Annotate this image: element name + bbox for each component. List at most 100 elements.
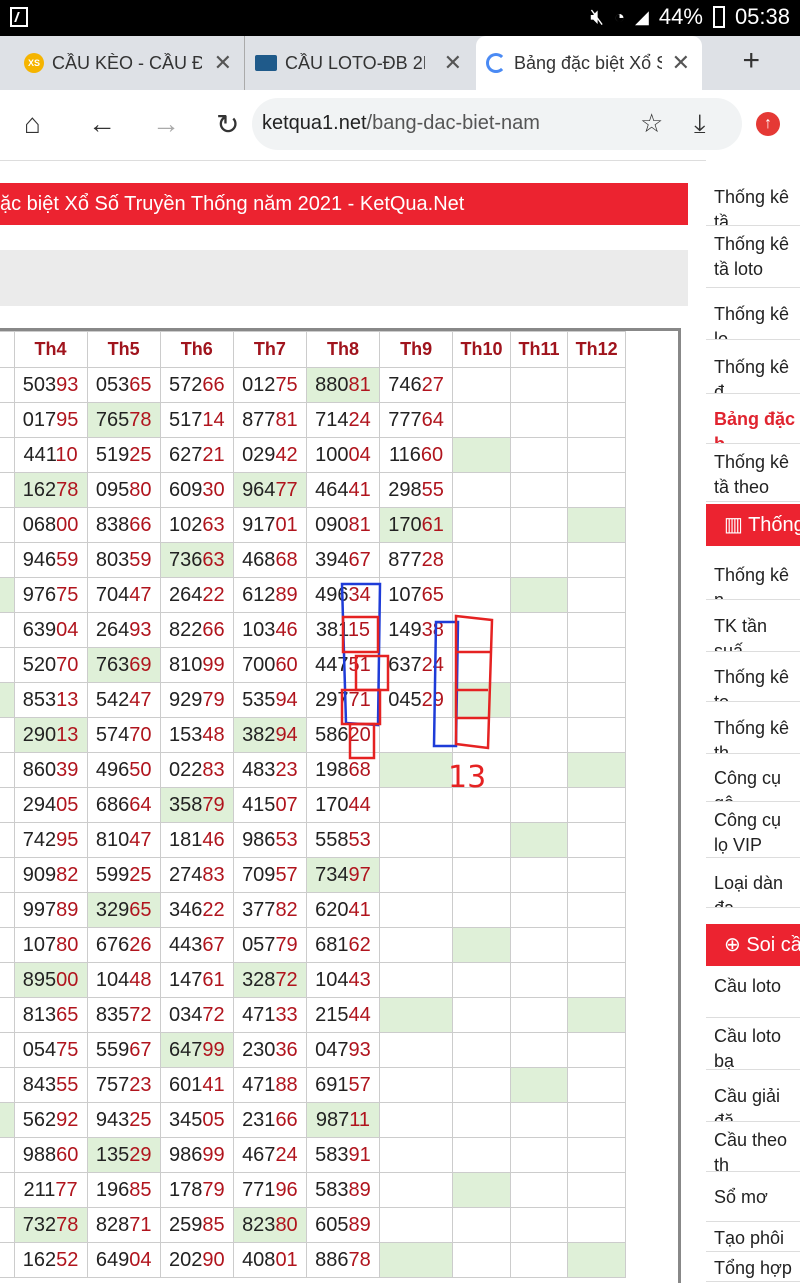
- table-cell: [379, 752, 454, 788]
- tab-1[interactable]: XS CẦU KÈO - CẦU ĐẶ ✕: [14, 36, 244, 90]
- column-header-th4: Th4: [13, 331, 88, 368]
- table-cell: 10780: [13, 927, 88, 963]
- table-cell: 76369: [86, 647, 161, 683]
- sidebar-item[interactable]: Thống kê tầ: [706, 168, 800, 226]
- table-cell: [452, 472, 511, 508]
- close-icon[interactable]: ✕: [214, 50, 232, 76]
- sidebar-item[interactable]: Thống kê n: [706, 550, 800, 600]
- sidebar-item[interactable]: Cầu theo th: [706, 1122, 800, 1172]
- xs-favicon-icon: XS: [24, 53, 44, 73]
- table-cell: 17044: [305, 787, 381, 823]
- reload-icon[interactable]: ↻: [216, 108, 239, 141]
- sidebar-item[interactable]: Thống kê to: [706, 652, 800, 702]
- table-cell: 98653: [232, 822, 307, 858]
- sidebar-item[interactable]: Cầu loto: [706, 968, 800, 1018]
- table-cell: [379, 962, 454, 998]
- table-cell: 41507: [232, 787, 307, 823]
- column-header-th7: Th7: [232, 331, 307, 368]
- home-icon[interactable]: ⌂: [24, 108, 41, 140]
- sidebar-item[interactable]: Thống kê th: [706, 702, 800, 754]
- table-cell: [509, 1137, 569, 1173]
- table-cell: [567, 612, 626, 648]
- back-icon[interactable]: ←: [88, 108, 116, 140]
- sidebar-item[interactable]: Thống kê tầ loto: [706, 226, 800, 288]
- extension-icon[interactable]: ↑: [756, 112, 780, 136]
- table-cell: 32965: [86, 892, 161, 928]
- table-cell: 10346: [232, 612, 307, 648]
- table-cell: 21544: [305, 997, 381, 1033]
- table-cell: 92: [0, 507, 15, 543]
- table-cell: 52: [0, 1242, 15, 1278]
- table-row: 521625264904202904080188678: [0, 1242, 626, 1278]
- close-icon[interactable]: ✕: [672, 50, 690, 76]
- table-cell: 19685: [86, 1172, 161, 1208]
- sidebar-item[interactable]: Tổng hợp c: [706, 1252, 800, 1282]
- sidebar-item[interactable]: TK tần suấ: [706, 600, 800, 652]
- table-cell: 29013: [13, 717, 88, 753]
- table-cell: [567, 507, 626, 543]
- table-cell: [567, 1137, 626, 1173]
- table-cell: [452, 1032, 511, 1068]
- table-cell: 37: [0, 822, 15, 858]
- sidebar-item[interactable]: Thống kê tầ theo Đặc B: [706, 444, 800, 502]
- table-cell: 38294: [232, 717, 307, 753]
- table-cell: [509, 507, 569, 543]
- sidebar-item[interactable]: Loại dàn đa: [706, 858, 800, 908]
- table-cell: 38115: [305, 612, 381, 648]
- sidebar-item[interactable]: Thống kê lo: [706, 288, 800, 340]
- sidebar-item[interactable]: Tạo phôi cầ: [706, 1222, 800, 1252]
- table-cell: 17879: [159, 1172, 234, 1208]
- url-text[interactable]: ketqua1.net/bang-dac-biet-nam: [262, 112, 540, 135]
- table-cell: [509, 612, 569, 648]
- table-cell: 55853: [305, 822, 381, 858]
- table-cell: 98711: [305, 1102, 381, 1138]
- clock: 05:38: [734, 4, 790, 29]
- table-cell: [567, 542, 626, 578]
- table-cell: 09580: [86, 472, 161, 508]
- table-cell: [567, 997, 626, 1033]
- table-cell: [379, 892, 454, 928]
- table-cell: 85313: [13, 682, 88, 718]
- sidebar-item[interactable]: Công cụ gộ: [706, 754, 800, 802]
- table-cell: 82266: [159, 612, 234, 648]
- table-cell: 34622: [159, 892, 234, 928]
- close-icon[interactable]: ✕: [444, 50, 462, 76]
- table-cell: [452, 1067, 511, 1103]
- tab-2[interactable]: CẦU LOTO-ĐB 2D ✕: [244, 36, 474, 90]
- table-cell: 47188: [232, 1067, 307, 1103]
- table-cell: [509, 1242, 569, 1278]
- table-cell: 83866: [86, 507, 161, 543]
- table-cell: 49650: [86, 752, 161, 788]
- table-cell: 38: [0, 1032, 15, 1068]
- tab-title: CẦU KÈO - CẦU ĐẶ: [52, 52, 202, 73]
- sidebar-item[interactable]: Cầu giải đặ: [706, 1070, 800, 1122]
- sidebar-item[interactable]: Thống kê đ: [706, 340, 800, 394]
- table-cell: [452, 927, 511, 963]
- table-cell: 76578: [86, 402, 161, 438]
- tab-3[interactable]: Bảng đặc biệt Xổ S ✕: [476, 36, 702, 90]
- table-cell: 69157: [305, 1067, 381, 1103]
- table-cell: [452, 822, 511, 858]
- table-cell: 89500: [13, 962, 88, 998]
- sidebar-item[interactable]: Cầu loto bạ: [706, 1018, 800, 1070]
- download-icon[interactable]: ⤓: [694, 108, 706, 140]
- table-cell: 47133: [232, 997, 307, 1033]
- table-cell: 05365: [86, 367, 161, 403]
- sidebar-item[interactable]: Công cụ lọ VIP: [706, 802, 800, 858]
- table-cell: 14938: [379, 612, 454, 648]
- table-cell: 83572: [86, 997, 161, 1033]
- table-row: 77503930536557266012758808174627: [0, 367, 626, 403]
- table-row: 92068008386610263917010908117061: [0, 507, 626, 543]
- address-bar[interactable]: ketqua1.net/bang-dac-biet-nam ☆ ⤓: [252, 98, 742, 150]
- table-cell: [452, 892, 511, 928]
- table-cell: [509, 997, 569, 1033]
- sidebar-item[interactable]: Bảng đặc b: [706, 394, 800, 444]
- star-icon[interactable]: ☆: [640, 108, 663, 139]
- table-cell: [509, 542, 569, 578]
- new-tab-icon[interactable]: +: [742, 44, 760, 78]
- sidebar-item[interactable]: Sổ mơ: [706, 1172, 800, 1222]
- table-row: 248136583572034724713321544: [0, 997, 626, 1033]
- battery-level: 44%: [658, 4, 703, 29]
- table-cell: 87728: [379, 542, 454, 578]
- forward-icon[interactable]: →: [152, 108, 180, 140]
